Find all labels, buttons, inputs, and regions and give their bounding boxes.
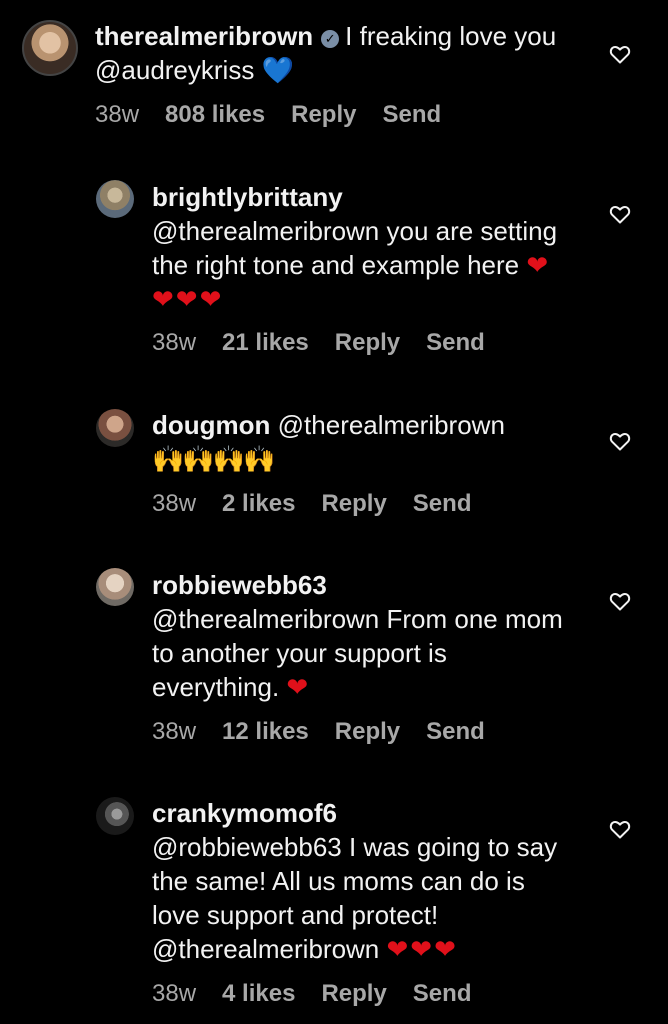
username[interactable]: crankymomof6: [152, 796, 572, 830]
timestamp: 38w: [152, 329, 197, 356]
reply-button[interactable]: Reply: [321, 490, 386, 517]
timestamp: 38w: [152, 718, 197, 745]
avatar[interactable]: [96, 409, 134, 447]
username[interactable]: therealmeribrown: [95, 21, 313, 51]
send-button[interactable]: Send: [426, 718, 485, 745]
comment-meta: 38w 2 likes Reply Send: [152, 490, 497, 518]
avatar[interactable]: [96, 568, 134, 606]
raised-hands-emoji: 🙌🙌🙌🙌: [152, 444, 276, 474]
heart-outline-icon[interactable]: [608, 42, 632, 66]
blue-heart-emoji: 💙: [261, 55, 294, 85]
reply-button[interactable]: Reply: [335, 329, 400, 356]
comment-meta: 38w 4 likes Reply Send: [152, 980, 497, 1008]
heart-outline-icon[interactable]: [608, 429, 632, 453]
likes-count[interactable]: 12 likes: [222, 718, 309, 745]
avatar[interactable]: [96, 797, 134, 835]
likes-count[interactable]: 808 likes: [165, 101, 265, 128]
reply-button[interactable]: Reply: [321, 980, 386, 1007]
send-button[interactable]: Send: [382, 101, 441, 128]
comment-text: crankymomof6 @robbiewebb63 I was going t…: [152, 796, 572, 966]
comment-body: @therealmeribrown From one mom to anothe…: [152, 604, 563, 702]
send-button[interactable]: Send: [413, 490, 472, 517]
username[interactable]: dougmon: [152, 410, 270, 440]
avatar[interactable]: [96, 180, 134, 218]
comment-meta: 38w 808 likes Reply Send: [95, 101, 467, 129]
comment-text: therealmeribrown ✓ I freaking love you @au…: [95, 19, 575, 87]
heart-outline-icon[interactable]: [608, 202, 632, 226]
likes-count[interactable]: 4 likes: [222, 980, 295, 1007]
comment-text: brightlybrittany @therealmeribrown you a…: [152, 180, 572, 316]
send-button[interactable]: Send: [426, 329, 485, 356]
timestamp: 38w: [152, 980, 197, 1007]
comment-text: dougmon @therealmeribrown 🙌🙌🙌🙌: [152, 408, 572, 476]
comment-meta: 38w 12 likes Reply Send: [152, 718, 511, 746]
likes-count[interactable]: 2 likes: [222, 490, 295, 517]
reply-button[interactable]: Reply: [335, 718, 400, 745]
comment-text: robbiewebb63 @therealmeribrown From one …: [152, 568, 572, 704]
avatar[interactable]: [22, 20, 78, 76]
reply-button[interactable]: Reply: [291, 101, 356, 128]
comment-body: @robbiewebb63 I was going to say the sam…: [152, 832, 558, 964]
username[interactable]: brightlybrittany: [152, 180, 572, 214]
heart-outline-icon[interactable]: [608, 817, 632, 841]
comment-meta: 38w 21 likes Reply Send: [152, 329, 511, 357]
comment-body: @therealmeribrown you are setting the ri…: [152, 216, 558, 280]
timestamp: 38w: [95, 101, 140, 128]
red-heart-emoji: ❤❤❤: [386, 934, 458, 964]
red-heart-emoji: ❤: [286, 672, 311, 702]
heart-outline-icon[interactable]: [608, 589, 632, 613]
username[interactable]: robbiewebb63: [152, 568, 572, 602]
likes-count[interactable]: 21 likes: [222, 329, 309, 356]
send-button[interactable]: Send: [413, 980, 472, 1007]
comment-body: @therealmeribrown: [277, 410, 505, 440]
timestamp: 38w: [152, 490, 197, 517]
verified-badge-icon: ✓: [321, 30, 340, 48]
